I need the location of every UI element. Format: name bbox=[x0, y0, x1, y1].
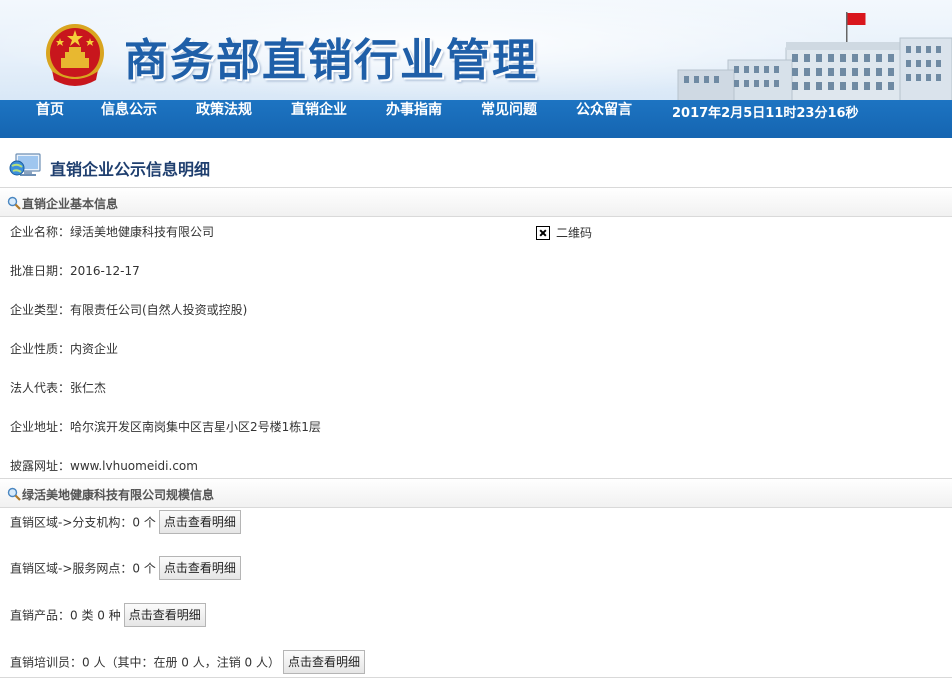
qr-code: 二维码 bbox=[536, 224, 592, 241]
main-nav: 首页 信息公示 政策法规 直销企业 办事指南 常见问题 公众留言 2017年2月… bbox=[0, 100, 952, 138]
trainers-text: 直销培训员：0 人（其中：在册 0 人，注销 0 人） bbox=[10, 655, 280, 670]
legal-representative: 法人代表：张仁杰 bbox=[10, 381, 107, 395]
current-datetime: 2017年2月5日11时23分16秒 bbox=[672, 106, 859, 121]
company-nature: 企业性质：内资企业 bbox=[10, 342, 119, 356]
computer-globe-icon bbox=[9, 153, 41, 176]
company-address: 企业地址：哈尔滨开发区南岗集中区吉星小区2号楼1栋1层 bbox=[10, 420, 321, 434]
branch-offices-row: 直销区域->分支机构：0 个点击查看明细 bbox=[10, 510, 241, 534]
service-points-text: 直销区域->服务网点：0 个 bbox=[10, 561, 156, 576]
nav-item-policies[interactable]: 政策法规 bbox=[196, 100, 252, 120]
nav-item-public-message[interactable]: 公众留言 bbox=[576, 100, 632, 120]
company-type: 企业类型：有限责任公司(自然人投资或控股) bbox=[10, 303, 248, 317]
approval-date: 批准日期：2016-12-17 bbox=[10, 264, 140, 278]
products-text: 直销产品：0 类 0 种 bbox=[10, 608, 121, 623]
qr-code-label: 二维码 bbox=[556, 226, 593, 240]
products-row: 直销产品：0 类 0 种点击查看明细 bbox=[10, 603, 206, 627]
nav-item-home[interactable]: 首页 bbox=[36, 100, 64, 120]
service-points-row: 直销区域->服务网点：0 个点击查看明细 bbox=[10, 556, 241, 580]
site-header: 商务部直销行业管理 bbox=[0, 0, 952, 108]
nav-item-direct-selling-companies[interactable]: 直销企业 bbox=[291, 100, 347, 120]
company-name: 企业名称：绿活美地健康科技有限公司 bbox=[10, 225, 215, 239]
trainers-row: 直销培训员：0 人（其中：在册 0 人，注销 0 人） 点击查看明细 bbox=[10, 650, 365, 674]
site-title: 商务部直销行业管理 bbox=[124, 35, 538, 86]
broken-image-icon bbox=[536, 226, 550, 240]
magnifier-icon bbox=[7, 196, 21, 210]
view-service-points-button[interactable]: 点击查看明细 bbox=[158, 556, 241, 580]
view-trainers-button[interactable]: 点击查看明细 bbox=[282, 650, 365, 674]
disclosure-website[interactable]: 披露网址：www.lvhuomeidi.com bbox=[10, 457, 198, 474]
page-title-row: 直销企业公示信息明细 bbox=[0, 140, 952, 188]
ministry-building-image bbox=[677, 12, 952, 108]
branch-offices-text: 直销区域->分支机构：0 个 bbox=[10, 515, 156, 530]
nav-item-faq[interactable]: 常见问题 bbox=[481, 100, 537, 120]
view-branch-details-button[interactable]: 点击查看明细 bbox=[158, 510, 241, 534]
nav-item-info-disclosure[interactable]: 信息公示 bbox=[101, 100, 157, 120]
section-header-scale-info: 绿活美地健康科技有限公司规模信息 bbox=[0, 478, 952, 508]
nav-item-guide[interactable]: 办事指南 bbox=[386, 100, 442, 120]
section-header-basic-info: 直销企业基本信息 bbox=[0, 187, 952, 217]
section-title-basic-info: 直销企业基本信息 bbox=[22, 197, 119, 211]
magnifier-icon bbox=[7, 487, 21, 501]
section-title-scale-info: 绿活美地健康科技有限公司规模信息 bbox=[22, 488, 215, 502]
national-emblem-icon bbox=[46, 24, 104, 86]
divider bbox=[0, 677, 952, 678]
view-products-button[interactable]: 点击查看明细 bbox=[123, 603, 206, 627]
page-title: 直销企业公示信息明细 bbox=[50, 160, 211, 179]
